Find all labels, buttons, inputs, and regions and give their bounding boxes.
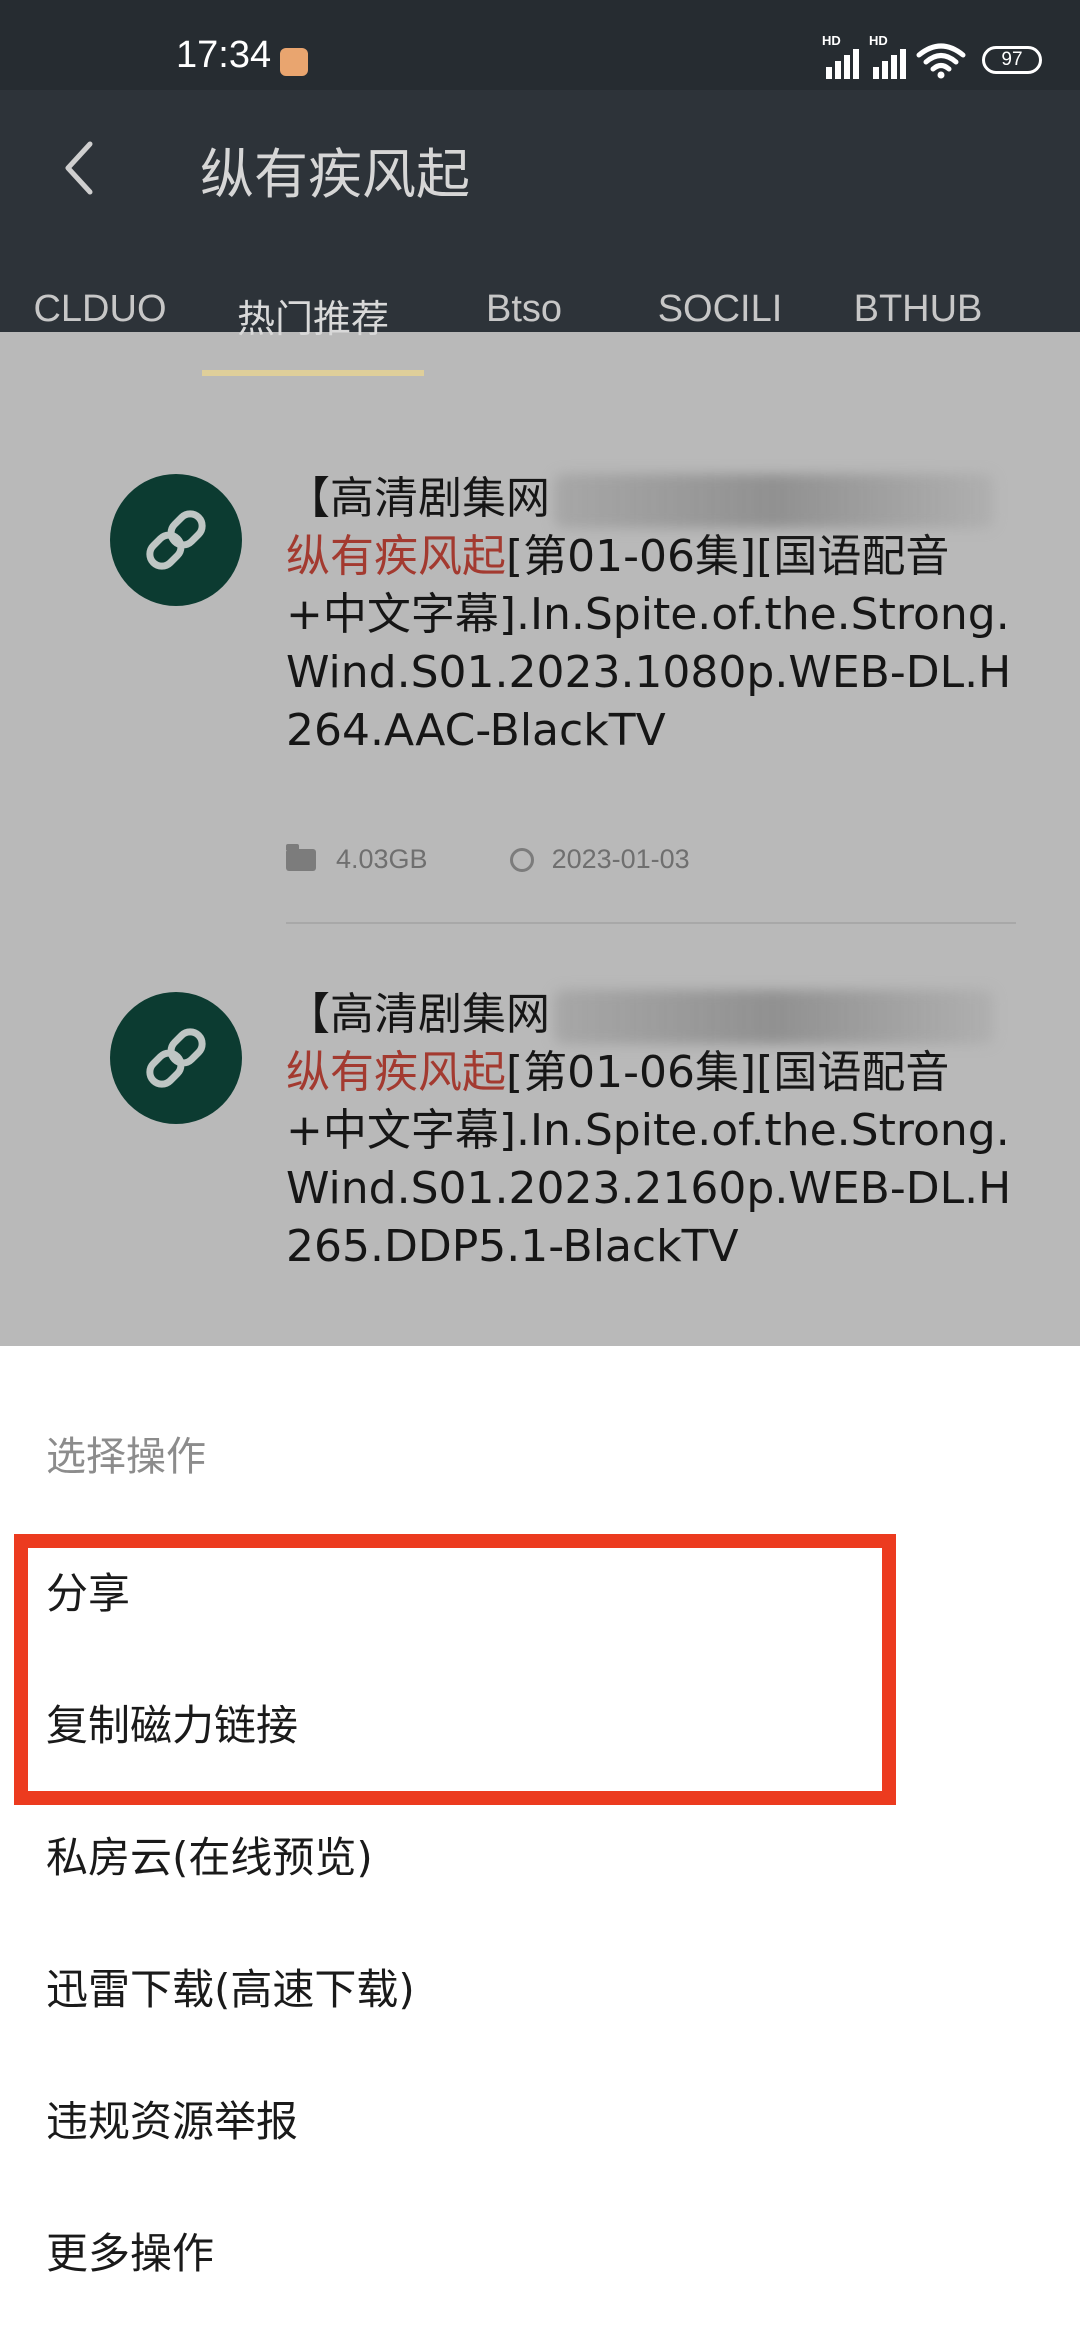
sheet-title: 选择操作 bbox=[46, 1434, 206, 1480]
divider bbox=[286, 922, 1016, 924]
clock-icon bbox=[509, 847, 534, 872]
result-list: 【高清剧集网 纵有疾风起[第01-06集][国语配音+中文字幕].In.Spit… bbox=[0, 376, 1080, 1346]
battery-icon: 97 bbox=[982, 46, 1042, 74]
signal-icon: HD bbox=[869, 33, 906, 79]
page-title: 纵有疾风起 bbox=[200, 143, 470, 206]
result-title: 【高清剧集网 纵有疾风起[第01-06集][国语配音+中文字幕].In.Spit… bbox=[286, 989, 1012, 1272]
blurred-text bbox=[554, 474, 994, 528]
tab-clduo[interactable]: CLDUO bbox=[0, 268, 200, 376]
link-icon bbox=[110, 992, 242, 1124]
action-sheet: 选择操作 分享 复制磁力链接 私房云(在线预览) 迅雷下载(高速下载) 违规资源… bbox=[0, 1346, 1080, 2340]
tab-bthub[interactable]: BTHUB bbox=[818, 268, 1018, 376]
tab-socili[interactable]: SOCILI bbox=[620, 268, 820, 376]
annotation-highlight-box bbox=[14, 1534, 896, 1805]
tab-btso[interactable]: Btso bbox=[424, 268, 624, 376]
status-time: 17:34 bbox=[176, 34, 272, 76]
menu-item-share[interactable]: 分享 bbox=[46, 1560, 130, 1621]
signal-icon: HD bbox=[822, 33, 859, 79]
menu-item-thunder-download[interactable]: 迅雷下载(高速下载) bbox=[46, 1956, 415, 2017]
tab-hot-recommend[interactable]: 热门推荐 bbox=[202, 268, 424, 376]
blurred-text bbox=[554, 990, 994, 1044]
result-title: 【高清剧集网 纵有疾风起[第01-06集][国语配音+中文字幕].In.Spit… bbox=[286, 473, 1012, 756]
link-icon bbox=[110, 474, 242, 606]
menu-item-private-cloud[interactable]: 私房云(在线预览) bbox=[46, 1824, 373, 1885]
notification-app-icon bbox=[280, 48, 308, 76]
menu-item-copy-magnet[interactable]: 复制磁力链接 bbox=[46, 1692, 298, 1753]
menu-item-more[interactable]: 更多操作 bbox=[46, 2220, 214, 2281]
folder-icon bbox=[286, 843, 316, 871]
result-meta: 4.03GB 2023-01-03 bbox=[286, 843, 690, 875]
wifi-icon bbox=[916, 43, 966, 79]
status-bar: 17:34 HD HD 97 bbox=[0, 0, 1080, 90]
file-size: 4.03GB bbox=[336, 844, 428, 874]
tab-bar: CLDUO 热门推荐 Btso SOCILI BTHUB bbox=[0, 268, 1080, 376]
status-icons: HD HD 97 bbox=[822, 33, 1042, 82]
menu-item-report[interactable]: 违规资源举报 bbox=[46, 2088, 298, 2149]
file-date: 2023-01-03 bbox=[551, 844, 690, 874]
back-arrow-icon[interactable] bbox=[58, 138, 98, 198]
